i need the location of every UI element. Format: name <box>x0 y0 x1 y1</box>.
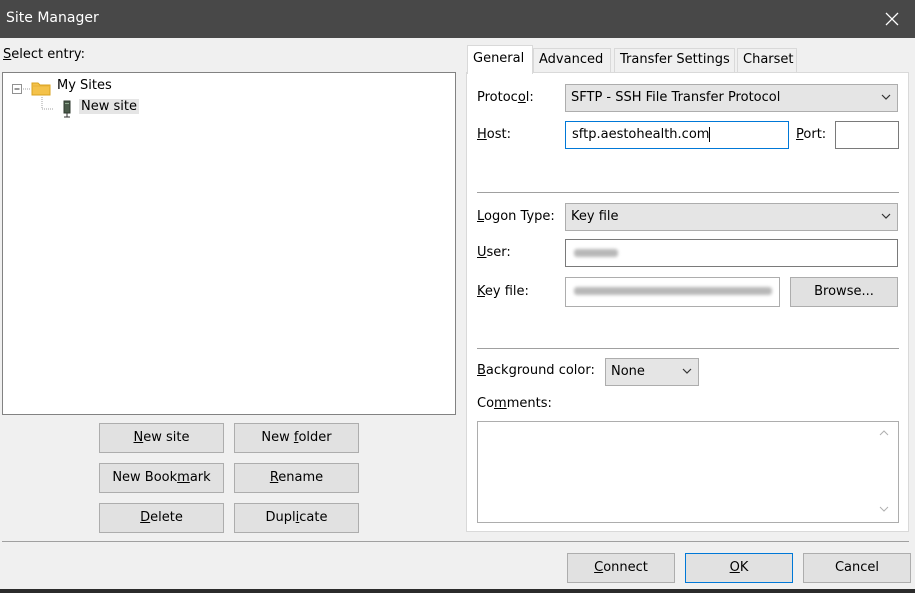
tree-item-new-site[interactable]: New site <box>79 99 139 114</box>
separator <box>477 192 899 193</box>
host-input[interactable]: sftp.aestohealth.com <box>565 121 789 149</box>
scroll-up-icon[interactable] <box>879 429 889 437</box>
tree-item-my-sites[interactable]: My Sites <box>57 78 112 93</box>
new-site-button[interactable]: New site <box>99 423 224 453</box>
tab-advanced[interactable]: Advanced <box>533 48 611 72</box>
collapse-icon[interactable] <box>12 84 23 95</box>
window-title: Site Manager <box>6 10 99 26</box>
cancel-button[interactable]: Cancel <box>803 553 911 583</box>
ok-button[interactable]: OK <box>685 553 793 583</box>
delete-button[interactable]: Delete <box>99 503 224 533</box>
logon-type-value: Key file <box>571 209 619 224</box>
comments-textarea[interactable] <box>477 421 899 523</box>
site-tree[interactable]: My Sites New site <box>2 72 456 415</box>
tab-general[interactable]: General <box>467 45 533 74</box>
close-icon <box>885 12 899 26</box>
title-bar: Site Manager <box>0 0 915 38</box>
new-folder-button[interactable]: New folder <box>234 423 359 453</box>
browse-button[interactable]: Browse... <box>790 277 898 307</box>
port-label: Port: <box>796 127 827 142</box>
comments-label: Comments: <box>477 396 552 411</box>
chevron-down-icon <box>881 213 891 219</box>
background-color-select[interactable]: None <box>605 358 699 386</box>
key-file-label: Key file: <box>477 284 529 299</box>
logon-type-label: Logon Type: <box>477 209 555 224</box>
scroll-down-icon[interactable] <box>879 505 889 513</box>
chevron-down-icon <box>682 368 692 374</box>
separator <box>477 348 899 349</box>
logon-type-select[interactable]: Key file <box>565 203 898 231</box>
background-color-value: None <box>611 364 645 379</box>
duplicate-button[interactable]: Duplicate <box>234 503 359 533</box>
chevron-down-icon <box>881 94 891 100</box>
close-button[interactable] <box>869 0 915 38</box>
user-input[interactable] <box>565 239 898 267</box>
redacted-key-path <box>574 286 772 295</box>
protocol-select[interactable]: SFTP - SSH File Transfer Protocol <box>565 84 898 112</box>
window-bottom-edge <box>0 589 915 593</box>
protocol-value: SFTP - SSH File Transfer Protocol <box>571 90 781 105</box>
select-entry-label: Select entry: <box>3 47 86 62</box>
folder-icon <box>31 82 51 96</box>
general-panel: Protocol: SFTP - SSH File Transfer Proto… <box>466 72 909 532</box>
new-bookmark-button[interactable]: New Bookmark <box>99 463 224 493</box>
tab-transfer-settings[interactable]: Transfer Settings <box>614 48 735 72</box>
protocol-label: Protocol: <box>477 90 534 105</box>
port-input[interactable] <box>835 121 899 149</box>
rename-button[interactable]: Rename <box>234 463 359 493</box>
background-color-label: Background color: <box>477 363 595 378</box>
host-label: Host: <box>477 127 511 142</box>
server-icon <box>63 100 71 118</box>
footer-separator <box>2 541 909 542</box>
tab-charset[interactable]: Charset <box>737 48 797 72</box>
redacted-username <box>574 248 618 257</box>
connect-button[interactable]: Connect <box>567 553 675 583</box>
user-label: User: <box>477 245 511 260</box>
key-file-input[interactable] <box>565 277 780 307</box>
